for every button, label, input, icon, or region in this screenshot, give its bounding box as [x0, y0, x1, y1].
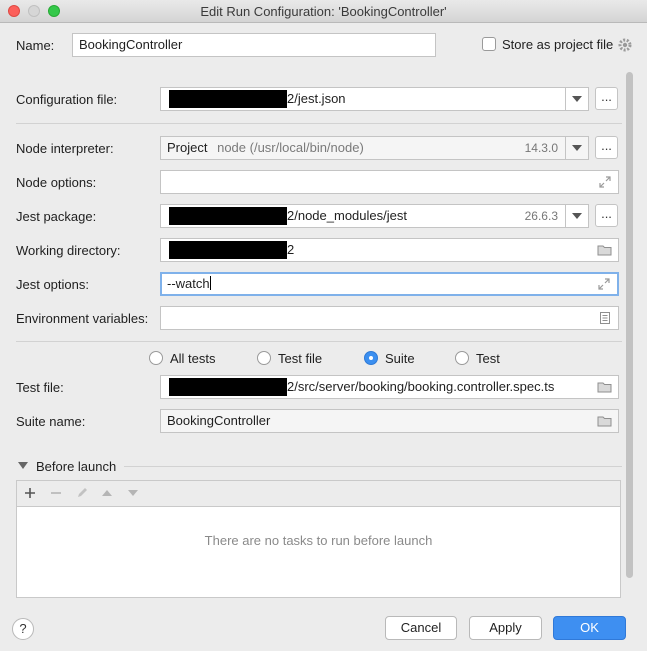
folder-icon[interactable]: [597, 414, 612, 428]
redacted-path: [169, 241, 287, 259]
working-directory-value: 2: [287, 242, 295, 257]
configuration-file-dropdown-arrow[interactable]: [565, 88, 588, 110]
jest-package-dropdown-arrow[interactable]: [565, 205, 588, 227]
before-launch-task-list: There are no tasks to run before launch: [16, 480, 621, 598]
collapse-chevron-icon[interactable]: [18, 462, 28, 470]
cancel-button[interactable]: Cancel: [385, 616, 457, 640]
node-interpreter-version: 14.3.0: [524, 141, 558, 155]
radio-suite[interactable]: Suite: [364, 350, 415, 366]
node-interpreter-primary: Project: [167, 140, 208, 155]
name-label: Name:: [16, 38, 55, 53]
test-file-input[interactable]: 2/src/server/booking/booking.controller.…: [160, 375, 619, 399]
environment-variables-input[interactable]: [160, 306, 619, 330]
radio-all-tests[interactable]: All tests: [149, 350, 216, 366]
help-button[interactable]: ?: [12, 618, 34, 640]
expand-icon[interactable]: [598, 175, 612, 189]
folder-icon[interactable]: [597, 243, 612, 257]
chevron-down-icon: [572, 213, 582, 219]
working-directory-label: Working directory:: [16, 243, 121, 258]
node-interpreter-path: node (/usr/local/bin/node): [217, 140, 364, 155]
jest-package-label: Jest package:: [16, 209, 97, 224]
radio-test-indicator[interactable]: [455, 351, 469, 365]
node-interpreter-combo[interactable]: Project node (/usr/local/bin/node) 14.3.…: [160, 136, 589, 160]
remove-task-button[interactable]: [47, 485, 65, 501]
title-bar: Edit Run Configuration: 'BookingControll…: [0, 0, 647, 23]
edit-task-button[interactable]: [73, 485, 91, 501]
plus-icon: [25, 488, 35, 498]
no-tasks-message: There are no tasks to run before launch: [204, 533, 433, 548]
store-as-project-file-checkbox[interactable]: [482, 37, 496, 51]
move-up-button[interactable]: [98, 485, 116, 501]
separator: [124, 466, 622, 467]
node-interpreter-dropdown-arrow[interactable]: [565, 137, 588, 159]
radio-all-tests-label: All tests: [170, 350, 216, 366]
environment-variables-label: Environment variables:: [16, 311, 149, 326]
folder-icon[interactable]: [597, 380, 612, 394]
configuration-file-label: Configuration file:: [16, 92, 118, 107]
radio-test-file[interactable]: Test file: [257, 350, 322, 366]
working-directory-input[interactable]: 2: [160, 238, 619, 262]
jest-options-value: --watch: [167, 276, 210, 291]
redacted-path: [169, 90, 287, 108]
test-file-label: Test file:: [16, 380, 64, 395]
separator: [16, 123, 622, 124]
apply-button[interactable]: Apply: [469, 616, 542, 640]
chevron-down-icon: [572, 96, 582, 102]
radio-test-file-indicator[interactable]: [257, 351, 271, 365]
radio-test-file-label: Test file: [278, 350, 323, 366]
text-cursor: [209, 276, 211, 290]
move-down-button[interactable]: [124, 485, 142, 501]
radio-suite-label: Suite: [385, 350, 415, 366]
node-interpreter-browse-button[interactable]: ...: [595, 136, 618, 159]
configuration-file-browse-button[interactable]: ...: [595, 87, 618, 110]
redacted-path: [169, 207, 287, 225]
node-interpreter-label: Node interpreter:: [16, 141, 114, 156]
ok-button[interactable]: OK: [553, 616, 626, 640]
arrow-up-icon: [102, 490, 112, 496]
store-as-project-file-label: Store as project file: [502, 37, 614, 52]
expand-icon[interactable]: [597, 277, 611, 291]
suite-name-value: BookingController: [167, 413, 271, 428]
name-value: BookingController: [79, 37, 183, 52]
before-launch-toolbar: [17, 481, 620, 507]
add-task-button[interactable]: [21, 485, 39, 501]
configuration-file-value: 2/jest.json: [287, 91, 346, 106]
node-options-input[interactable]: [160, 170, 619, 194]
separator: [16, 341, 622, 342]
jest-package-version: 26.6.3: [524, 209, 558, 223]
name-input[interactable]: BookingController: [72, 33, 436, 57]
jest-package-value: 2/node_modules/jest: [287, 208, 407, 223]
configuration-file-combo[interactable]: 2/jest.json: [160, 87, 589, 111]
jest-package-combo[interactable]: 2/node_modules/jest 26.6.3: [160, 204, 589, 228]
scrollbar-thumb[interactable]: [626, 72, 633, 578]
minus-icon: [51, 492, 61, 494]
radio-suite-indicator[interactable]: [364, 351, 378, 365]
jest-package-browse-button[interactable]: ...: [595, 204, 618, 227]
radio-test[interactable]: Test: [455, 350, 500, 366]
redacted-path: [169, 378, 287, 396]
document-icon[interactable]: [598, 311, 612, 325]
vertical-scrollbar[interactable]: [624, 70, 634, 582]
before-launch-label[interactable]: Before launch: [36, 459, 116, 474]
window-title: Edit Run Configuration: 'BookingControll…: [200, 4, 447, 19]
suite-name-input[interactable]: BookingController: [160, 409, 619, 433]
arrow-down-icon: [128, 490, 138, 496]
edit-run-configuration-dialog: Edit Run Configuration: 'BookingControll…: [0, 0, 647, 651]
pencil-icon: [78, 488, 87, 497]
node-options-label: Node options:: [16, 175, 97, 190]
radio-all-tests-indicator[interactable]: [149, 351, 163, 365]
suite-name-label: Suite name:: [16, 414, 86, 429]
jest-options-input[interactable]: --watch: [160, 272, 619, 296]
jest-options-label: Jest options:: [16, 277, 89, 292]
test-file-value: 2/src/server/booking/booking.controller.…: [287, 379, 555, 394]
radio-test-label: Test: [476, 350, 500, 366]
chevron-down-icon: [572, 145, 582, 151]
gear-icon[interactable]: [618, 38, 632, 52]
